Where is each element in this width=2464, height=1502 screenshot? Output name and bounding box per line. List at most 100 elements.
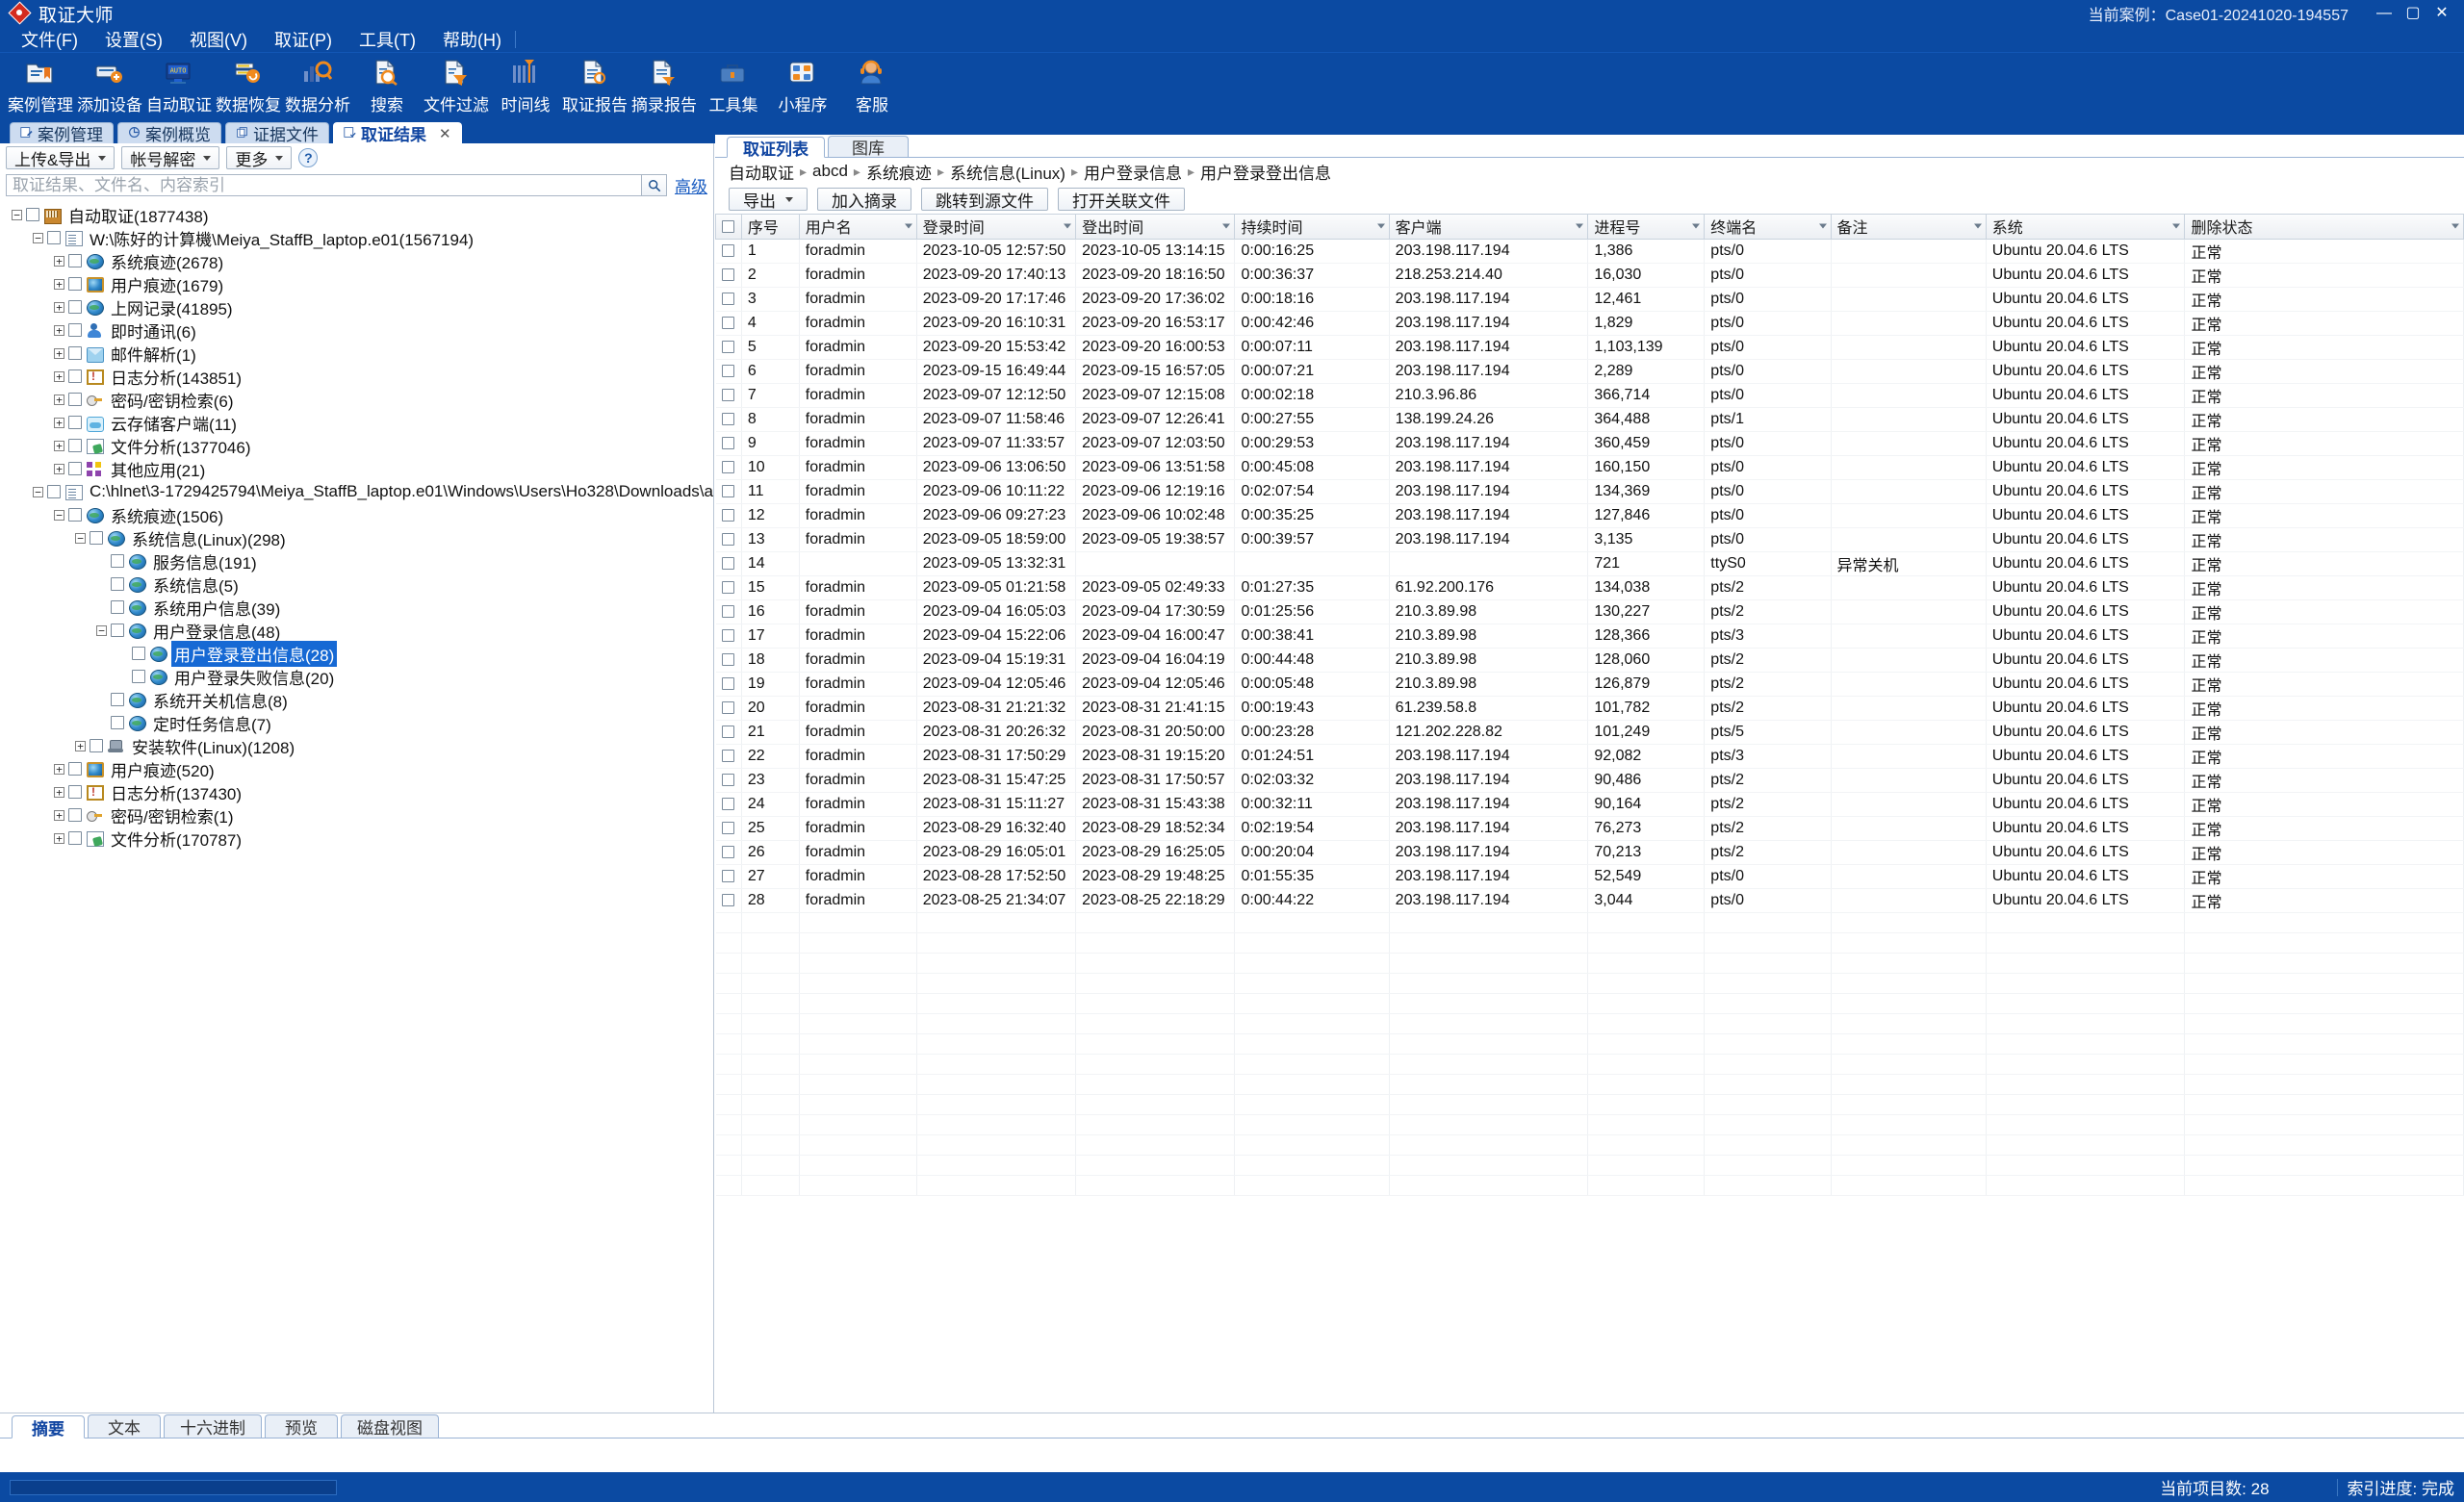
row-checkbox[interactable] <box>722 700 735 714</box>
tree-node-checkbox[interactable] <box>68 300 82 314</box>
tree-node[interactable]: + 用户痕迹(1679) <box>0 272 713 295</box>
table-row[interactable]: 11 foradmin 2023-09-06 10:11:22 2023-09-06 … <box>715 479 2464 504</box>
help-button[interactable]: ? <box>298 148 319 167</box>
toolbar-button-取证报告[interactable]: 取证报告 <box>560 53 629 116</box>
row-checkbox-cell[interactable] <box>715 359 742 384</box>
row-checkbox[interactable] <box>722 725 735 738</box>
toolbar-button-工具集[interactable]: 工具集 <box>699 53 768 116</box>
filter-icon[interactable] <box>904 223 912 229</box>
tree-node-checkbox[interactable] <box>68 439 82 452</box>
tree-node[interactable]: 系统信息(5) <box>0 573 713 596</box>
search-input[interactable] <box>6 174 642 196</box>
tree-node[interactable]: − W:\陈好的计算機\Meiya_StaffB_laptop.e01(15671… <box>0 226 713 249</box>
bottom-tab-预览[interactable]: 预览 <box>265 1414 338 1438</box>
expand-icon[interactable]: + <box>52 416 66 430</box>
row-checkbox-cell[interactable] <box>715 888 742 913</box>
tree-node-checkbox[interactable] <box>68 762 82 776</box>
row-checkbox-cell[interactable] <box>715 263 742 288</box>
expand-icon[interactable]: + <box>52 762 66 776</box>
menu-item-3[interactable]: 取证(P) <box>261 27 346 52</box>
tree-node[interactable]: + 日志分析(143851) <box>0 365 713 388</box>
filter-icon[interactable] <box>1064 223 1072 229</box>
filter-icon[interactable] <box>1222 223 1231 229</box>
table-row[interactable]: 10 foradmin 2023-09-06 13:06:50 2023-09-06 … <box>715 455 2464 480</box>
tree-node-checkbox[interactable] <box>68 277 82 291</box>
result-tab-取证列表[interactable]: 取证列表 <box>727 137 825 159</box>
row-checkbox[interactable] <box>722 532 735 546</box>
left-toolbar-帐号解密[interactable]: 帐号解密 <box>121 146 220 169</box>
column-header-terminal[interactable]: 终端名 <box>1704 215 1832 240</box>
tree-node-checkbox[interactable] <box>111 554 124 568</box>
action-button-导出[interactable]: 导出 <box>729 188 808 211</box>
tree-node-checkbox[interactable] <box>111 716 124 729</box>
toolbar-button-客服[interactable]: 客服 <box>837 53 907 116</box>
tree-node[interactable]: 系统开关机信息(8) <box>0 688 713 711</box>
row-checkbox-cell[interactable] <box>715 792 742 817</box>
table-row[interactable]: 8 foradmin 2023-09-07 11:58:46 2023-09-07 1… <box>715 407 2464 432</box>
tree-node-checkbox[interactable] <box>68 785 82 799</box>
row-checkbox-cell[interactable] <box>715 840 742 865</box>
left-toolbar-上传&导出[interactable]: 上传&导出 <box>6 146 116 169</box>
table-row[interactable]: 6 foradmin 2023-09-15 16:49:44 2023-09-15 1… <box>715 359 2464 384</box>
filter-icon[interactable] <box>1692 223 1701 229</box>
collapse-icon[interactable]: − <box>10 208 24 222</box>
table-row[interactable]: 22 foradmin 2023-08-31 17:50:29 2023-08-31 … <box>715 744 2464 769</box>
tree-node[interactable]: − 用户登录信息(48) <box>0 619 713 642</box>
result-tab-图库[interactable]: 图库 <box>828 136 909 158</box>
row-checkbox[interactable] <box>722 388 735 401</box>
tree-node-checkbox[interactable] <box>90 739 103 752</box>
tree-node[interactable]: + 用户痕迹(520) <box>0 757 713 780</box>
tree-node-checkbox[interactable] <box>68 808 82 822</box>
expand-icon[interactable]: + <box>73 739 88 753</box>
row-checkbox-cell[interactable] <box>715 864 742 889</box>
tree-node-checkbox[interactable] <box>132 647 145 660</box>
tree-node[interactable]: + 文件分析(1377046) <box>0 434 713 457</box>
toolbar-button-添加设备[interactable]: 添加设备 <box>75 53 144 116</box>
table-row[interactable]: 12 foradmin 2023-09-06 09:27:23 2023-09-06 … <box>715 503 2464 528</box>
row-checkbox[interactable] <box>722 412 735 425</box>
row-checkbox-cell[interactable] <box>715 407 742 432</box>
expand-icon[interactable]: + <box>52 393 66 407</box>
table-row[interactable]: 5 foradmin 2023-09-20 15:53:42 2023-09-20 1… <box>715 335 2464 360</box>
column-header-client[interactable]: 客户端 <box>1388 215 1589 240</box>
filter-icon[interactable] <box>2172 223 2181 229</box>
table-row[interactable]: 27 foradmin 2023-08-28 17:52:50 2023-08-29 … <box>715 864 2464 889</box>
row-checkbox-cell[interactable] <box>715 816 742 841</box>
tree-node[interactable]: + 云存储客户端(11) <box>0 411 713 434</box>
tree-node-checkbox[interactable] <box>68 831 82 845</box>
row-checkbox-cell[interactable] <box>715 720 742 745</box>
tree-node-checkbox[interactable] <box>68 462 82 475</box>
row-checkbox-cell[interactable] <box>715 311 742 336</box>
tree-node-checkbox[interactable] <box>68 254 82 267</box>
row-checkbox[interactable] <box>722 580 735 594</box>
tree-node[interactable]: − 系统痕迹(1506) <box>0 503 713 526</box>
row-checkbox-cell[interactable] <box>715 575 742 600</box>
tree-node[interactable]: + 上网记录(41895) <box>0 295 713 318</box>
table-row[interactable]: 24 foradmin 2023-08-31 15:11:27 2023-08-31 … <box>715 792 2464 817</box>
menu-item-4[interactable]: 工具(T) <box>346 27 429 52</box>
row-checkbox[interactable] <box>722 773 735 786</box>
table-row[interactable]: 20 foradmin 2023-08-31 21:21:32 2023-08-31 … <box>715 696 2464 721</box>
row-checkbox-cell[interactable] <box>715 287 742 312</box>
tree-node[interactable]: + 安装软件(Linux)(1208) <box>0 734 713 757</box>
row-checkbox-cell[interactable] <box>715 768 742 793</box>
tree-node-checkbox[interactable] <box>132 670 145 683</box>
table-row[interactable]: 26 foradmin 2023-08-29 16:05:01 2023-08-29 … <box>715 840 2464 865</box>
expand-icon[interactable]: + <box>52 346 66 361</box>
tree-node[interactable]: − 系统信息(Linux)(298) <box>0 526 713 549</box>
table-row[interactable]: 21 foradmin 2023-08-31 20:26:32 2023-08-31 … <box>715 720 2464 745</box>
collapse-icon[interactable]: − <box>31 231 45 245</box>
row-checkbox[interactable] <box>722 821 735 834</box>
expand-icon[interactable]: + <box>52 462 66 476</box>
tree-node[interactable]: + 其他应用(21) <box>0 457 713 480</box>
expand-icon[interactable]: + <box>52 439 66 453</box>
row-checkbox-cell[interactable] <box>715 648 742 673</box>
tree-node-checkbox[interactable] <box>111 693 124 706</box>
breadcrumb-item[interactable]: 用户登录登出信息 <box>1200 160 1331 184</box>
tree-node[interactable]: 用户登录失败信息(20) <box>0 665 713 688</box>
row-checkbox-cell[interactable] <box>715 672 742 697</box>
column-header-remark[interactable]: 备注 <box>1830 215 1987 240</box>
table-row[interactable]: 28 foradmin 2023-08-25 21:34:07 2023-08-25 … <box>715 888 2464 913</box>
close-button[interactable]: ✕ <box>2427 1 2456 26</box>
bottom-tab-摘要[interactable]: 摘要 <box>12 1415 85 1438</box>
